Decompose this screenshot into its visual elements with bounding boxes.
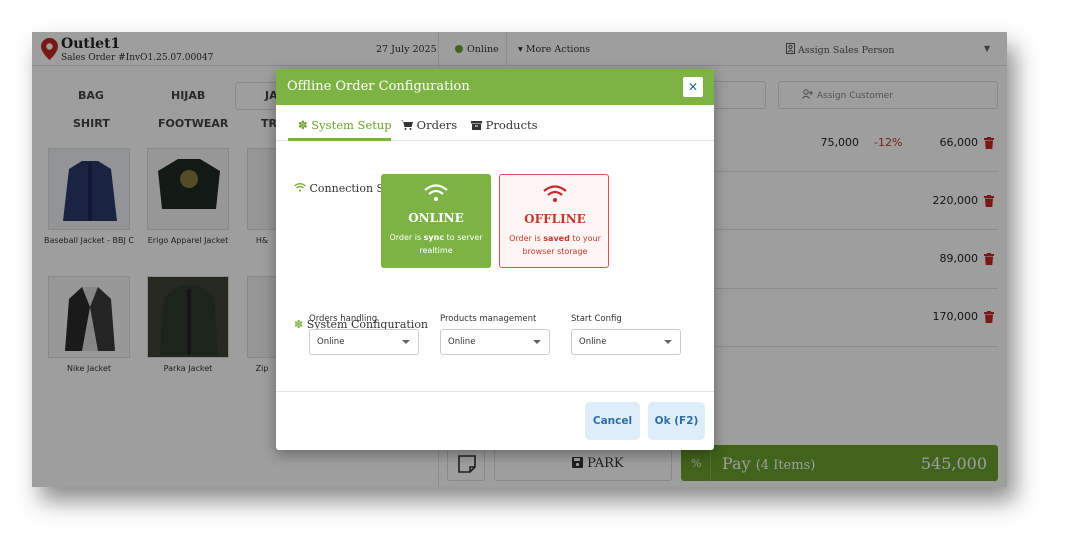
start-config-select[interactable]: Online [571, 329, 681, 355]
dialog-title: Offline Order Configuration [287, 79, 470, 94]
box-icon [471, 121, 482, 130]
select-value: Online [317, 337, 345, 347]
cancel-button[interactable]: Cancel [585, 402, 640, 440]
dialog-header: Offline Order Configuration ✕ [276, 69, 714, 105]
online-card-description: Order is sync to server realtime [389, 233, 483, 255]
start-config-label: Start Config [571, 314, 622, 324]
orders-handling-label: Orders handling [309, 314, 378, 324]
wifi-icon [543, 185, 567, 202]
orders-handling-select[interactable]: Online [309, 329, 419, 355]
products-management-select[interactable]: Online [440, 329, 550, 355]
chevron-down-icon [402, 340, 410, 344]
online-card-title: ONLINE [408, 211, 464, 225]
offline-config-dialog: Offline Order Configuration ✕ ✽ System S… [276, 69, 714, 450]
wifi-icon [424, 184, 448, 201]
footer-divider [276, 391, 714, 392]
tab-products[interactable]: Products [471, 118, 538, 132]
chevron-down-icon [664, 340, 672, 344]
ok-button[interactable]: Ok (F2) [648, 402, 705, 440]
tab-bar: ✽ System Setup Orders Products [276, 105, 714, 141]
tab-label: Products [485, 118, 538, 132]
offline-card-title: OFFLINE [524, 212, 586, 226]
chevron-down-icon [533, 340, 541, 344]
tab-orders[interactable]: Orders [401, 118, 457, 132]
tab-label: Orders [416, 118, 458, 132]
offline-mode-card[interactable]: OFFLINE Order is saved to your browser s… [499, 174, 609, 268]
products-management-label: Products management [440, 314, 537, 324]
gear-icon: ✽ [298, 118, 308, 132]
tab-system-setup[interactable]: ✽ System Setup [298, 118, 392, 132]
select-value: Online [448, 337, 476, 347]
gear-icon: ✽ [294, 318, 304, 331]
offline-card-description: Order is saved to your browser storage [509, 234, 601, 256]
close-button[interactable]: ✕ [683, 77, 703, 97]
active-tab-indicator [288, 138, 391, 141]
cart-icon [401, 120, 413, 130]
tab-label: System Setup [311, 118, 392, 132]
select-value: Online [579, 337, 607, 347]
online-mode-card[interactable]: ONLINE Order is sync to server realtime [381, 174, 491, 268]
app-window: Outlet1 Sales Order #InvO1.25.07.00047 2… [32, 32, 1007, 487]
wifi-icon [294, 183, 306, 192]
